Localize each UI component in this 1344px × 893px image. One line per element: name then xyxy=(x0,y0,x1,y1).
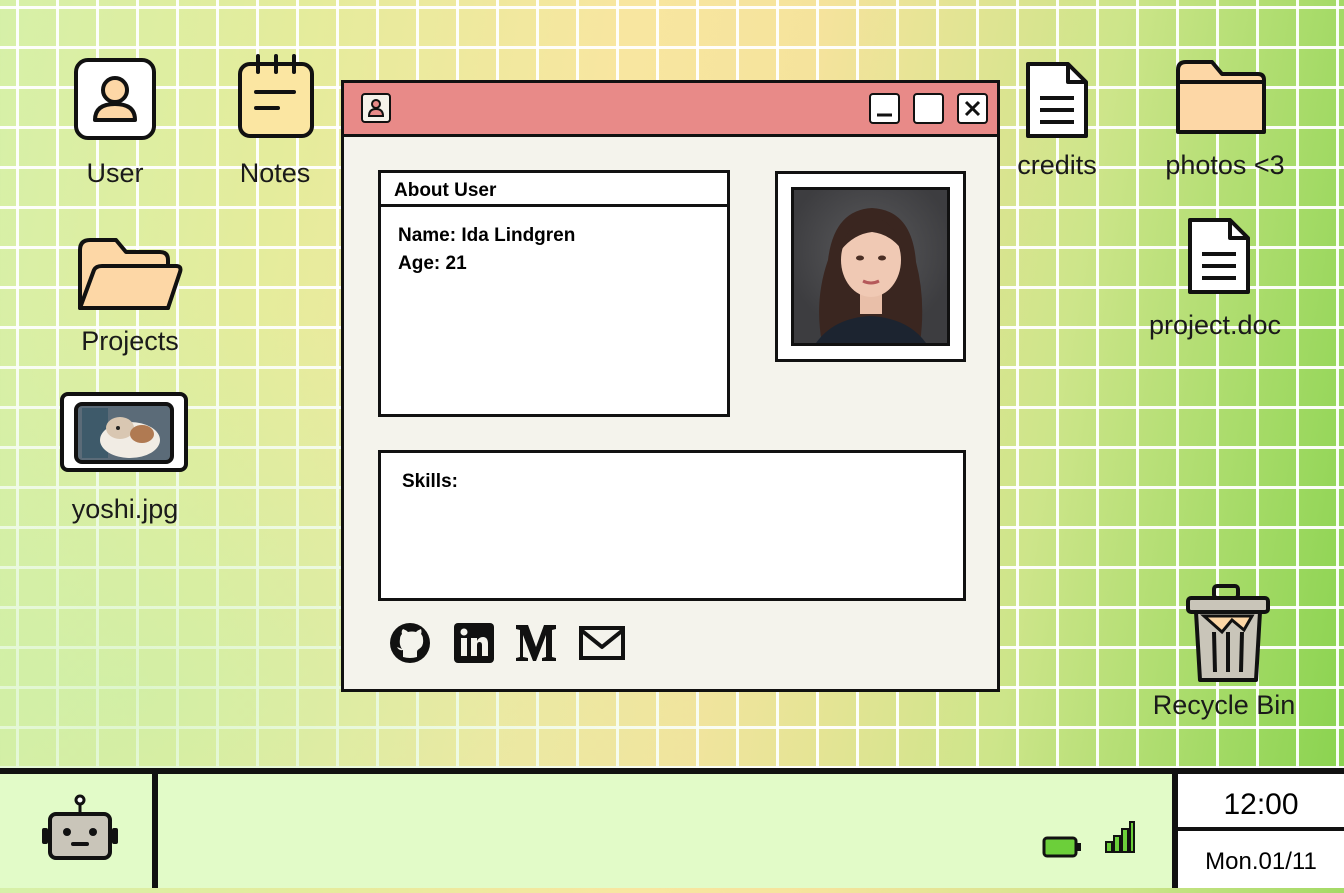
desktop-icon-label: User xyxy=(86,158,144,188)
robot-icon xyxy=(42,794,118,860)
desktop-icon-label: photos <3 xyxy=(1165,150,1285,180)
desktop-icon-label: Projects xyxy=(81,326,179,356)
about-user-panel: About User Name: Ida Lindgren Age: 21 xyxy=(378,170,730,417)
desktop-icon-yoshi-jpg[interactable]: yoshi.jpg xyxy=(60,392,190,532)
user-icon xyxy=(361,93,391,123)
user-name: Name: Ida Lindgren xyxy=(398,225,576,246)
desktop-icon-credits[interactable]: credits xyxy=(1012,58,1102,188)
open-folder-icon xyxy=(78,238,183,310)
user-age: Age: 21 xyxy=(398,253,467,274)
profile-photo xyxy=(791,187,950,346)
desktop-icon-notes[interactable]: Notes xyxy=(230,52,320,192)
desktop-icon-label: Recycle Bin xyxy=(1152,690,1296,720)
linkedin-icon[interactable] xyxy=(452,621,496,665)
folder-icon xyxy=(1176,60,1266,134)
minimize-icon xyxy=(877,113,892,117)
github-icon[interactable] xyxy=(388,621,432,665)
maximize-button[interactable] xyxy=(913,93,944,124)
skills-label: Skills: xyxy=(402,471,458,492)
about-user-window: About User Name: Ida Lindgren Age: 21 Sk… xyxy=(341,80,1000,692)
clock-time: 12:00 xyxy=(1178,774,1344,831)
trash-bin-icon xyxy=(1186,584,1270,682)
medium-icon[interactable] xyxy=(512,621,560,665)
close-icon xyxy=(964,100,981,117)
start-button[interactable] xyxy=(0,774,158,888)
mail-icon[interactable] xyxy=(578,621,626,665)
desktop-icon-label: project.doc xyxy=(1148,310,1282,340)
notepad-icon xyxy=(238,54,314,138)
desktop-icon-project-doc[interactable]: project.doc xyxy=(1149,214,1281,344)
user-icon xyxy=(74,58,156,140)
document-icon xyxy=(1188,218,1250,294)
desktop-icon-recycle-bin[interactable]: Recycle Bin xyxy=(1153,580,1295,720)
document-icon xyxy=(1026,62,1088,138)
desktop-icon-label: Notes xyxy=(239,158,311,188)
close-button[interactable] xyxy=(957,93,988,124)
window-titlebar[interactable] xyxy=(344,83,997,137)
desktop-icon-label: yoshi.jpg xyxy=(71,494,179,524)
taskbar: 12:00 Mon.01/11 xyxy=(0,768,1344,888)
panel-title: About User xyxy=(381,173,727,207)
desktop-icon-user[interactable]: User xyxy=(70,56,160,196)
signal-icon xyxy=(1105,821,1135,853)
desktop-icon-photos[interactable]: photos <3 xyxy=(1165,56,1285,186)
battery-icon xyxy=(1042,836,1081,858)
profile-photo-frame xyxy=(775,171,966,362)
clock-panel[interactable]: 12:00 Mon.01/11 xyxy=(1172,774,1344,888)
skills-panel: Skills: xyxy=(378,450,966,601)
desktop-icon-label: credits xyxy=(1017,150,1097,180)
image-thumbnail xyxy=(60,392,188,472)
minimize-button[interactable] xyxy=(869,93,900,124)
clock-date: Mon.01/11 xyxy=(1205,848,1317,875)
desktop-icon-projects[interactable]: Projects xyxy=(70,230,190,360)
